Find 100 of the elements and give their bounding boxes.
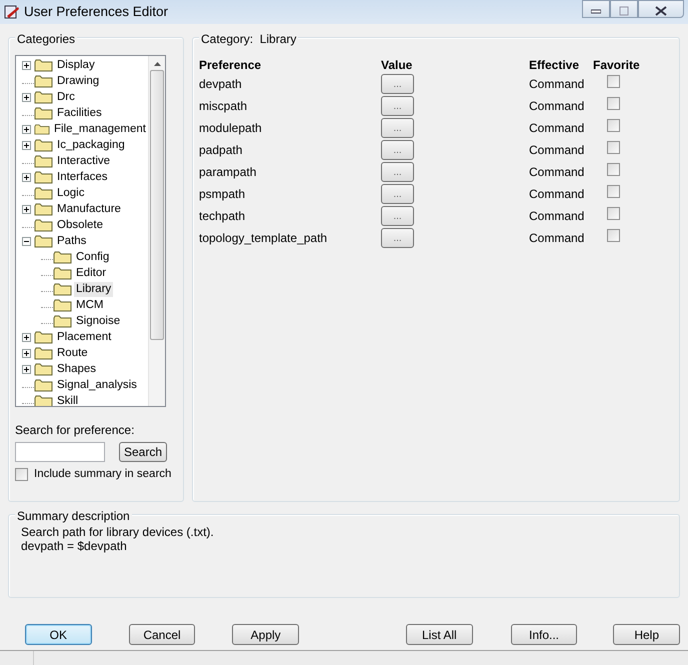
folder-icon xyxy=(34,74,53,88)
effective-value: Command xyxy=(529,186,586,203)
tree-item[interactable]: Drawing xyxy=(55,74,102,88)
folder-icon xyxy=(34,154,53,168)
effective-value: Command xyxy=(529,76,586,93)
scroll-bar[interactable] xyxy=(148,56,165,406)
preference-name: miscpath xyxy=(199,98,248,115)
expand-icon[interactable] xyxy=(22,172,31,182)
value-button[interactable]: ... xyxy=(381,206,414,226)
expand-icon[interactable] xyxy=(22,332,31,342)
tree-item[interactable]: Route xyxy=(55,346,90,360)
collapse-icon[interactable] xyxy=(22,236,31,246)
tree-item[interactable]: Paths xyxy=(55,234,88,248)
effective-value: Command xyxy=(529,120,586,137)
folder-icon xyxy=(34,138,53,152)
value-button[interactable]: ... xyxy=(381,96,414,116)
effective-value: Command xyxy=(529,230,586,247)
preference-name: modulepath xyxy=(199,120,263,137)
expand-icon[interactable] xyxy=(22,348,31,358)
favorite-checkbox[interactable] xyxy=(607,185,620,198)
preference-name: psmpath xyxy=(199,186,246,203)
value-button[interactable]: ... xyxy=(381,184,414,204)
minimize-icon xyxy=(591,8,601,14)
tree-item[interactable]: Signal_analysis xyxy=(55,378,139,392)
tree-item[interactable]: Placement xyxy=(55,330,114,344)
checkbox[interactable] xyxy=(15,468,28,482)
tree-item[interactable]: MCM xyxy=(74,298,106,312)
dialog-button[interactable]: List All xyxy=(406,624,473,645)
folder-icon xyxy=(53,298,72,312)
dialog-button[interactable]: OK xyxy=(25,624,92,645)
tree-item[interactable]: Ic_packaging xyxy=(55,138,127,152)
favorite-checkbox[interactable] xyxy=(607,229,620,242)
tree-item[interactable]: Editor xyxy=(74,266,108,280)
tree-item[interactable]: Library xyxy=(74,282,114,296)
dialog-button[interactable]: Help xyxy=(613,624,680,645)
column-header: Preference xyxy=(199,57,262,74)
tree-item[interactable]: Interactive xyxy=(55,154,112,168)
expand-icon[interactable] xyxy=(22,92,31,102)
favorite-checkbox[interactable] xyxy=(607,141,620,154)
tree-item[interactable]: Config xyxy=(74,250,112,264)
tree-item[interactable]: Skill xyxy=(55,394,80,406)
tree-item[interactable]: Signoise xyxy=(74,314,122,328)
preference-name: techpath xyxy=(199,208,246,225)
value-button[interactable]: ... xyxy=(381,228,414,248)
tree-item[interactable]: Shapes xyxy=(55,362,98,376)
effective-value: Command xyxy=(529,164,586,181)
tree-item[interactable]: Manufacture xyxy=(55,202,123,216)
folder-icon xyxy=(34,346,53,360)
expand-icon[interactable] xyxy=(22,364,31,374)
folder-icon xyxy=(34,202,53,216)
folder-icon xyxy=(34,58,53,72)
folder-icon xyxy=(34,234,53,248)
folder-icon xyxy=(34,378,53,392)
folder-icon xyxy=(34,90,53,104)
folder-icon xyxy=(34,186,53,200)
dialog-button[interactable]: Cancel xyxy=(128,624,196,645)
folder-icon xyxy=(34,170,53,184)
favorite-checkbox[interactable] xyxy=(607,163,620,176)
summary-text: Search path for library devices (.txt). xyxy=(21,525,215,539)
expand-icon[interactable] xyxy=(22,140,31,150)
minimize-button[interactable] xyxy=(582,0,610,18)
favorite-checkbox[interactable] xyxy=(607,119,620,132)
value-button[interactable]: ... xyxy=(381,162,414,182)
folder-icon xyxy=(53,250,72,264)
column-header: Favorite xyxy=(593,57,641,74)
preference-name: parampath xyxy=(199,164,258,181)
checkbox-label: Include summary in search xyxy=(34,467,172,482)
expand-icon[interactable] xyxy=(22,124,31,134)
column-header: Effective xyxy=(529,57,580,74)
folder-icon xyxy=(34,362,53,376)
tree-item[interactable]: Display xyxy=(55,58,97,72)
expand-icon[interactable] xyxy=(22,204,31,214)
value-button[interactable]: ... xyxy=(381,74,414,94)
tree-item[interactable]: Facilities xyxy=(55,106,104,120)
search-button[interactable]: Search xyxy=(119,442,167,462)
tree-item[interactable]: Interfaces xyxy=(55,170,110,184)
folder-icon xyxy=(34,330,53,344)
search-field[interactable] xyxy=(15,442,105,462)
preference-name: devpath xyxy=(199,76,243,93)
value-button[interactable]: ... xyxy=(381,118,414,138)
favorite-checkbox[interactable] xyxy=(607,207,620,220)
window-title: User Preferences Editor xyxy=(24,2,168,21)
close-icon xyxy=(655,6,667,16)
tree-item[interactable]: File_management xyxy=(52,122,148,136)
dialog-button[interactable]: Apply xyxy=(232,624,300,645)
close-button[interactable] xyxy=(638,0,684,18)
expand-icon[interactable] xyxy=(22,60,31,70)
folder-icon xyxy=(53,282,72,296)
favorite-checkbox[interactable] xyxy=(607,75,620,88)
tree-item[interactable]: Logic xyxy=(55,186,86,200)
dialog-button[interactable]: Info... xyxy=(510,624,578,645)
tree-item[interactable]: Drc xyxy=(55,90,77,104)
value-button[interactable]: ... xyxy=(381,140,414,160)
app-icon xyxy=(4,4,20,20)
maximize-icon xyxy=(619,6,629,16)
tree-item[interactable]: Obsolete xyxy=(55,218,106,232)
folder-icon xyxy=(34,218,53,232)
effective-value: Command xyxy=(529,208,586,225)
favorite-checkbox[interactable] xyxy=(607,97,620,110)
search-label: Search for preference: xyxy=(15,422,136,439)
